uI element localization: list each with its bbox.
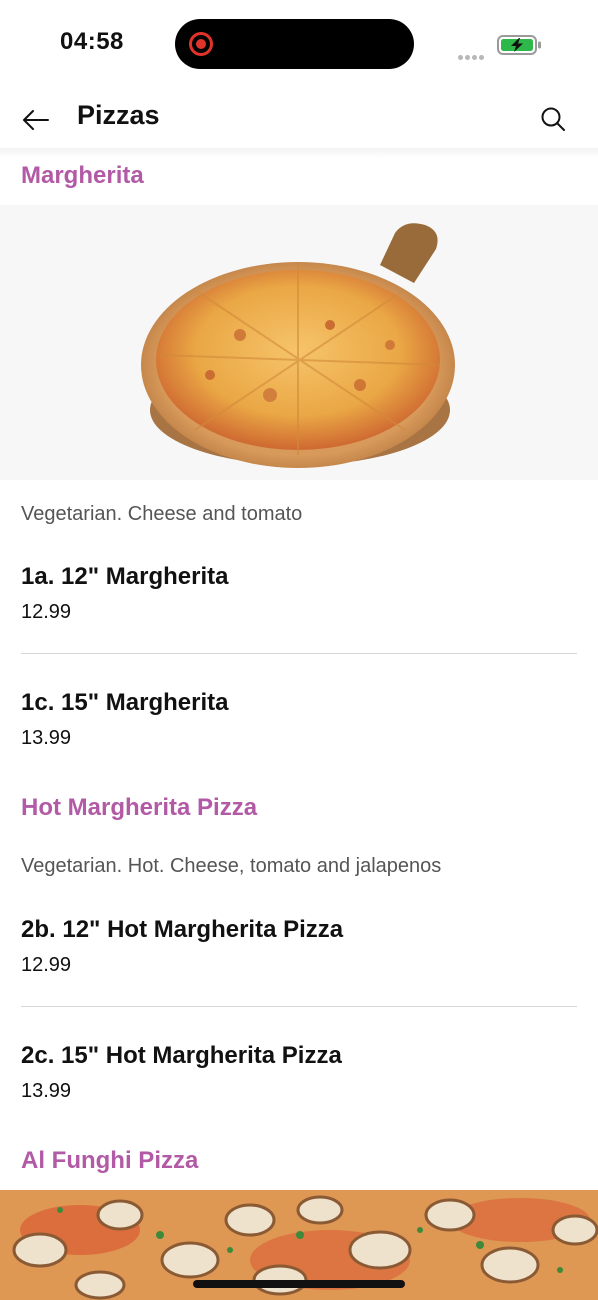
item-price: 13.99 [21,1080,72,1102]
item-price: 12.99 [21,954,72,976]
divider [21,653,577,654]
menu-item[interactable]: 2c. 15" Hot Margherita Pizza 13.99 [0,1042,598,1122]
back-arrow-icon [23,110,49,130]
category-title: Hot Margherita Pizza [21,794,258,821]
item-name: 2c. 15" Hot Margherita Pizza [21,1042,342,1069]
menu-item[interactable]: 1c. 15" Margherita 13.99 [0,689,598,769]
back-button[interactable] [18,102,54,138]
menu-item[interactable]: 2b. 12" Hot Margherita Pizza 12.99 [0,916,598,996]
divider [21,1006,577,1007]
item-name: 2b. 12" Hot Margherita Pizza [21,916,344,943]
header-shadow [0,148,598,158]
category-title: Al Funghi Pizza [21,1147,199,1174]
record-icon [189,32,213,56]
item-price: 13.99 [21,727,72,749]
signal-dots-icon [458,47,486,65]
menu-item[interactable]: 1a. 12" Margherita 12.99 [0,563,598,643]
category-title: Margherita [21,162,144,189]
search-icon [541,107,565,131]
app-header: Pizzas [0,90,598,150]
battery-charging-icon [497,34,543,61]
category-description: Vegetarian. Cheese and tomato [21,503,303,525]
home-indicator[interactable] [193,1280,405,1288]
status-time: 04:58 [60,28,124,55]
item-name: 1c. 15" Margherita [21,689,229,716]
category-description: Vegetarian. Hot. Cheese, tomato and jala… [21,855,442,877]
item-name: 1a. 12" Margherita [21,563,229,590]
status-bar: 04:58 [0,0,598,90]
search-button[interactable] [534,100,572,138]
item-price: 12.99 [21,601,72,623]
margherita-image [0,205,598,480]
page-title: Pizzas [77,100,160,130]
